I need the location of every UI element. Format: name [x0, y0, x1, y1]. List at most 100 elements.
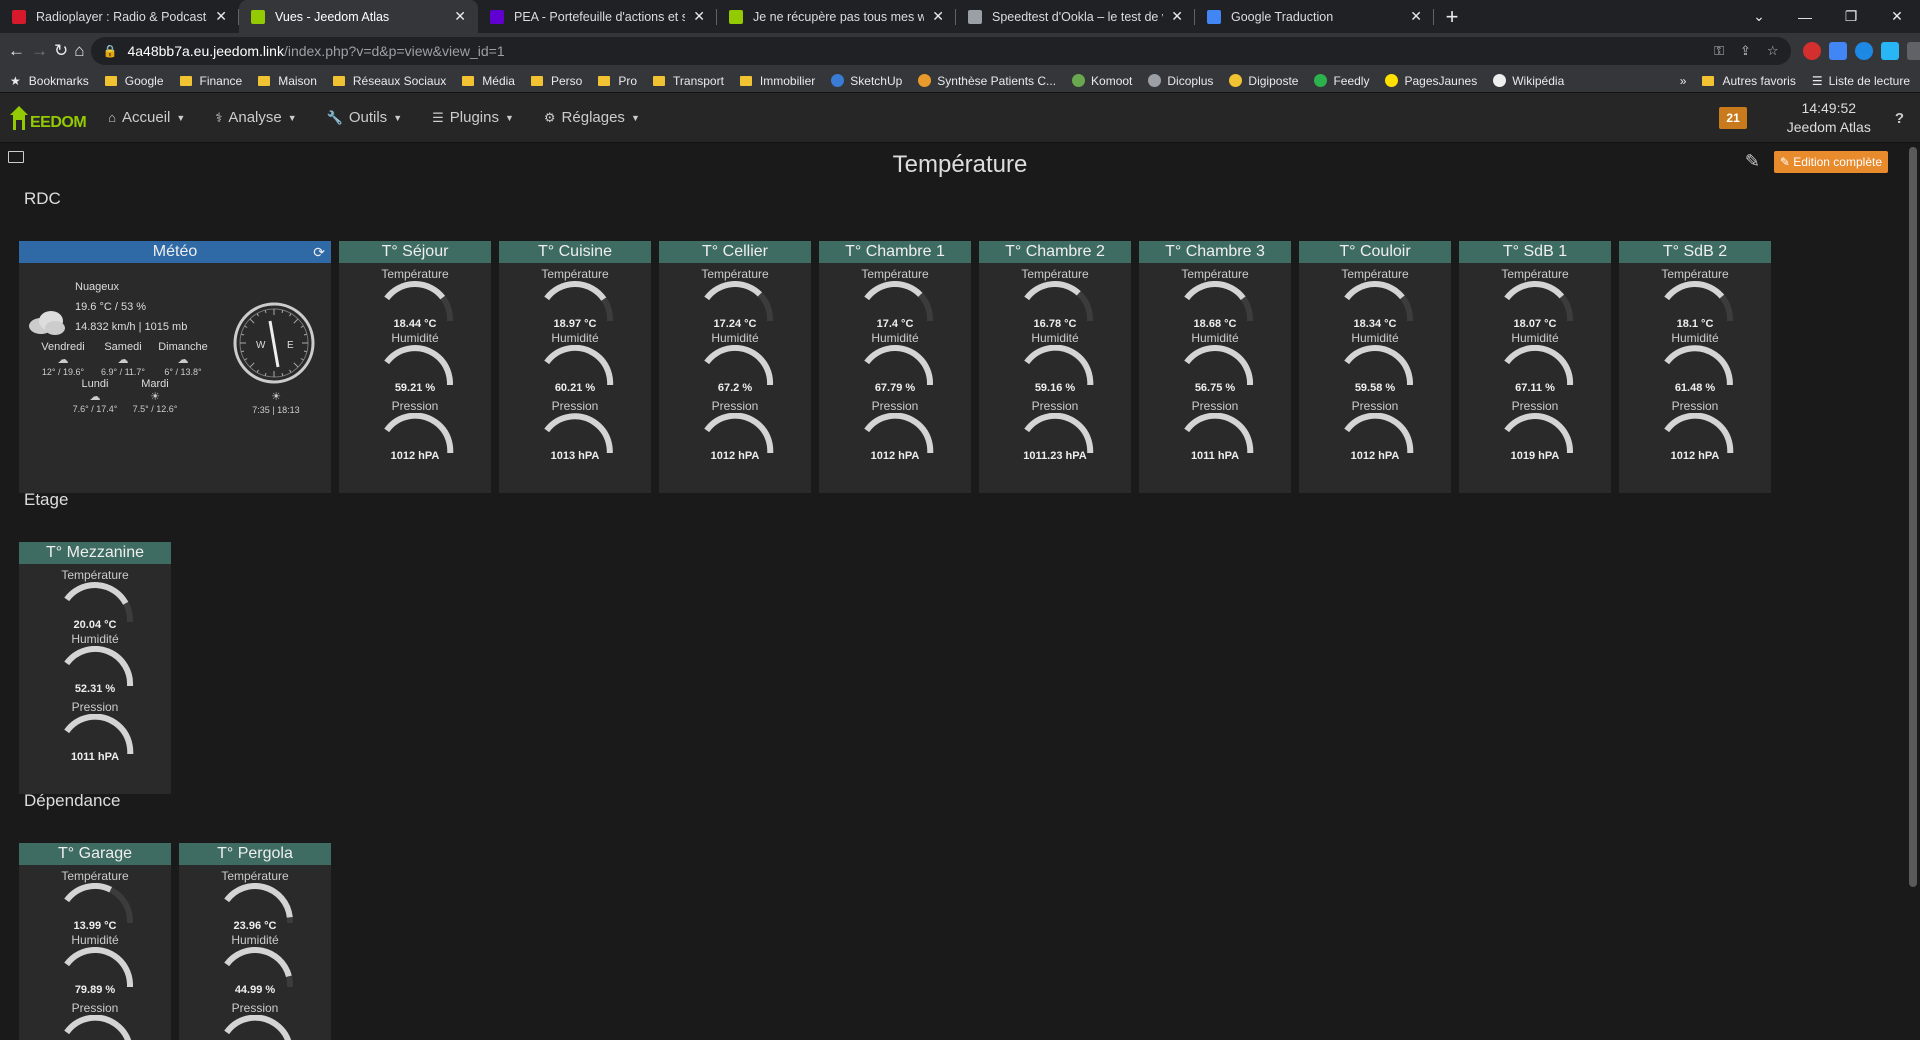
adblock-icon[interactable] [1802, 42, 1821, 60]
help-icon[interactable]: ? [1895, 110, 1904, 127]
widget-title[interactable]: T° Mezzanine [19, 542, 171, 564]
bookmark-item[interactable]: Immobilier [739, 74, 815, 88]
widget-title[interactable]: T° SdB 2 [1619, 241, 1771, 263]
bookmark-item[interactable]: Finance [179, 74, 242, 88]
tab-close-icon[interactable]: ✕ [215, 8, 227, 25]
browser-tab[interactable]: Google Traduction ✕ [1195, 0, 1434, 33]
bookmark-item[interactable]: Média [462, 74, 515, 88]
full-edit-button[interactable]: ✎ Edition complète [1773, 151, 1888, 173]
bookmark-item[interactable]: PagesJaunes [1385, 74, 1477, 88]
widget-title[interactable]: T° Cuisine [499, 241, 651, 263]
bookmark-item[interactable]: Pro [598, 74, 637, 88]
row-label: Pression [551, 399, 599, 413]
bookmark-item[interactable]: Komoot [1072, 74, 1132, 88]
window-controls: ⌄ — ❐ ✕ [1736, 0, 1920, 33]
browser-tab[interactable]: Je ne récupère pas tous mes widge ✕ [717, 0, 956, 33]
star-icon: ★ [10, 73, 21, 88]
bookmark-item[interactable]: ★ Bookmarks [10, 74, 89, 88]
widget-title[interactable]: T° Garage [19, 843, 171, 865]
forecast-day: Lundi ☁ 7.6° / 17.4° [65, 378, 125, 414]
folder-icon [258, 75, 271, 86]
restore-icon[interactable]: ❐ [1828, 0, 1874, 33]
instance-name: Jeedom Atlas [1786, 119, 1871, 135]
refresh-icon[interactable]: ⟳ [313, 241, 325, 263]
key-icon[interactable]: ⚿ [1714, 43, 1724, 59]
jeedom-logo[interactable]: EEDOM [8, 104, 87, 132]
bookmark-item[interactable]: Feedly [1314, 74, 1369, 88]
scrollbar-thumb[interactable] [1909, 147, 1917, 887]
bookmark-item[interactable]: Wikipédia [1493, 74, 1564, 88]
gear-icon: ⚙ [543, 109, 556, 125]
back-icon[interactable]: ← [8, 37, 25, 65]
widget-title[interactable]: T° Couloir [1299, 241, 1451, 263]
forward-icon[interactable]: → [31, 37, 48, 65]
bookmark-item[interactable]: Perso [530, 74, 582, 88]
widget-title[interactable]: T° SdB 1 [1459, 241, 1611, 263]
gauge [384, 413, 454, 453]
widget-title[interactable]: T° Chambre 3 [1139, 241, 1291, 263]
tab-close-icon[interactable]: ✕ [693, 8, 705, 25]
pencil-icon[interactable]: ✎ [1745, 151, 1760, 172]
bookmarks-bar: ★ Bookmarks Google Finance Maison Réseaux Soc… [0, 69, 1920, 93]
browser-tab[interactable]: Radioplayer : Radio & Podcasts ✕ [0, 0, 239, 33]
cloud-icon: ☁ [89, 391, 101, 403]
tab-close-icon[interactable]: ✕ [1410, 8, 1422, 25]
ext-icon[interactable] [1880, 42, 1899, 60]
bookmark-item[interactable]: Dicoplus [1148, 74, 1213, 88]
widget-title[interactable]: T° Pergola [179, 843, 331, 865]
lock-icon[interactable]: 🔒 [103, 44, 118, 58]
ext-icon[interactable] [1854, 42, 1873, 60]
widget-title[interactable]: T° Séjour [339, 241, 491, 263]
gauge-fill [1504, 413, 1573, 453]
tab-search-icon[interactable]: ⌄ [1736, 0, 1782, 33]
bookmark-star-icon[interactable]: ☆ [1767, 43, 1779, 59]
menu-accueil[interactable]: ⌂ Accueil ▼ [108, 109, 185, 126]
message-count-badge[interactable]: 21 [1719, 107, 1747, 129]
bookmark-item[interactable]: Synthèse Patients C... [918, 74, 1056, 88]
bookmark-item[interactable]: Google [104, 74, 164, 88]
gauge [544, 413, 613, 453]
close-window-icon[interactable]: ✕ [1874, 0, 1920, 33]
tab-close-icon[interactable]: ✕ [454, 8, 466, 25]
widget-title[interactable]: T° Chambre 1 [819, 241, 971, 263]
home-icon: ⌂ [108, 110, 117, 125]
compass-tick [303, 350, 307, 353]
bookmark-item[interactable]: SketchUp [831, 74, 902, 88]
compass-tick [289, 369, 292, 373]
reload-icon[interactable]: ↻ [54, 37, 68, 65]
bookmark-item[interactable]: Maison [258, 74, 317, 88]
widget-title[interactable]: T° Cellier [659, 241, 811, 263]
logo-text: EEDOM [30, 113, 87, 131]
gauge [64, 646, 134, 686]
bookmarks-more-button[interactable]: » [1680, 74, 1687, 88]
new-tab-button[interactable]: + [1434, 0, 1470, 33]
row-label: Humidité [1511, 331, 1559, 345]
menu-label: Accueil [122, 109, 171, 126]
share-icon[interactable]: ⇪ [1740, 43, 1751, 59]
page-scrollbar[interactable] [1906, 143, 1920, 991]
bookmark-item[interactable]: Transport [653, 74, 724, 88]
bookmark-item[interactable]: Réseaux Sociaux [332, 74, 446, 88]
row-label: Humidité [1671, 331, 1719, 345]
bookmark-item[interactable]: Digiposte [1229, 74, 1298, 88]
translate-ext-icon[interactable] [1828, 42, 1847, 60]
browser-tab[interactable]: PEA - Portefeuille d'actions et sym ✕ [478, 0, 717, 33]
menu-analyse[interactable]: ⚕ Analyse ▼ [215, 109, 296, 126]
menu-plugins[interactable]: ☰ Plugins ▼ [432, 109, 514, 126]
gauge-fill [64, 582, 129, 605]
tab-close-icon[interactable]: ✕ [932, 8, 944, 25]
reading-list-button[interactable]: ☰ Liste de lecture [1812, 74, 1910, 88]
tab-close-icon[interactable]: ✕ [1171, 8, 1183, 25]
minimize-icon[interactable]: — [1782, 0, 1828, 33]
gauge [544, 281, 613, 321]
dropbox-icon[interactable] [1906, 42, 1920, 60]
home-icon[interactable]: ⌂ [74, 37, 84, 65]
browser-tab[interactable]: Speedtest d'Ookla – le test de vite ✕ [956, 0, 1195, 33]
menu-reglages[interactable]: ⚙ Réglages ▼ [544, 109, 640, 126]
address-bar[interactable]: 🔒 4a48bb7a.eu.jeedom.link /index.php?v=d… [90, 37, 1791, 65]
browser-tab[interactable]: Vues - Jeedom Atlas ✕ [239, 0, 478, 33]
other-bookmarks-folder[interactable]: Autres favoris [1702, 74, 1796, 88]
widget-title[interactable]: T° Chambre 2 [979, 241, 1131, 263]
menu-outils[interactable]: 🔧 Outils ▼ [327, 109, 402, 126]
menu-label: Outils [348, 109, 388, 126]
